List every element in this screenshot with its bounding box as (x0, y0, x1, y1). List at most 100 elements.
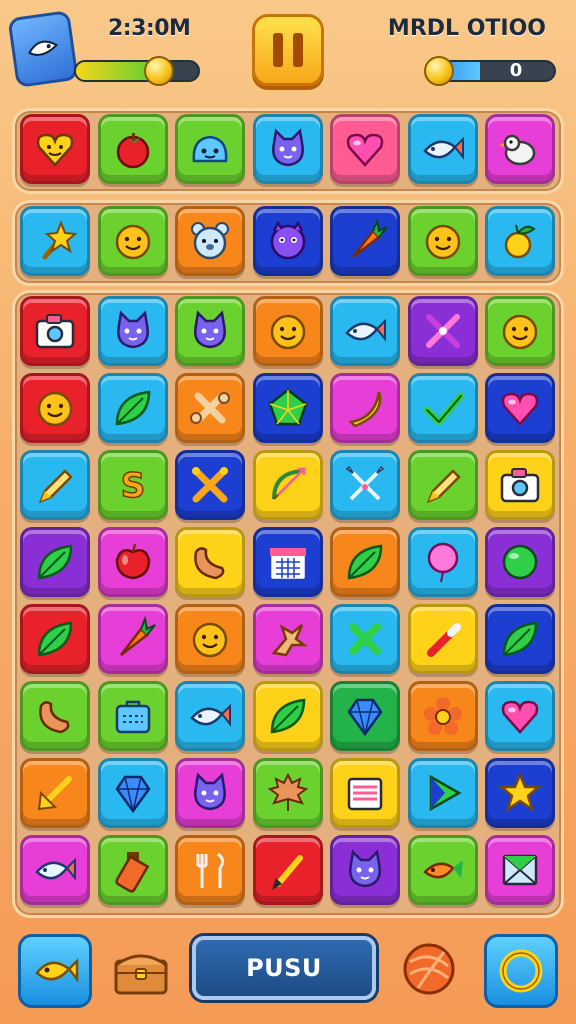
score-bar-knob[interactable] (424, 56, 454, 86)
tile-camera[interactable] (20, 296, 90, 366)
tile-smiley[interactable] (252, 296, 323, 366)
monster-face-icon (270, 220, 305, 260)
fish-glyph-icon (28, 40, 59, 56)
fruit-icon (504, 224, 536, 259)
tile-brush[interactable] (252, 835, 323, 905)
tile-tomato[interactable] (97, 114, 168, 184)
yarn-button[interactable] (398, 938, 460, 1000)
tile-envelope[interactable] (485, 835, 555, 905)
tile-fish[interactable] (175, 681, 245, 751)
tile-gem[interactable] (330, 681, 400, 751)
timer-bar-knob[interactable] (144, 56, 175, 86)
tile-sausage[interactable] (175, 527, 245, 597)
tile-banana[interactable] (330, 373, 400, 443)
tile-carrot-fish[interactable] (407, 835, 478, 905)
smiley-icon (192, 622, 228, 658)
tile-pentagon[interactable] (252, 373, 323, 443)
pause-bar-left (273, 33, 283, 67)
tile-marker[interactable] (407, 604, 478, 674)
cat-face-icon (116, 310, 149, 349)
ring-button[interactable] (484, 934, 558, 1008)
fish-icon (35, 857, 76, 881)
tile-monster-face[interactable] (252, 206, 323, 276)
cat-face-icon (349, 849, 381, 888)
tile-carrot[interactable] (330, 206, 400, 276)
tile-fish[interactable] (330, 296, 400, 366)
tile-cat-face[interactable] (252, 114, 323, 184)
tile-smiley[interactable] (97, 206, 168, 276)
tile-gem[interactable] (97, 758, 168, 828)
tile-box[interactable] (330, 758, 400, 828)
sausage-icon (39, 701, 70, 734)
flower-icon (423, 697, 462, 735)
tile-smiley[interactable] (175, 604, 245, 674)
tile-fruit[interactable] (485, 206, 555, 276)
tile-ginger[interactable] (252, 604, 323, 674)
tile-arrow[interactable] (20, 758, 90, 828)
tile-ball[interactable] (485, 527, 555, 597)
tile-leaf[interactable] (330, 527, 400, 597)
tile-heart[interactable] (485, 681, 555, 751)
tile-fork[interactable] (175, 835, 245, 905)
tile-cat-face[interactable] (175, 758, 245, 828)
bow-icon (271, 467, 307, 500)
tile-leaf[interactable] (20, 604, 90, 674)
yarn-icon (403, 943, 455, 995)
tile-pencil[interactable] (407, 450, 478, 520)
tile-fish[interactable] (20, 835, 90, 905)
tile-smiley[interactable] (485, 296, 555, 366)
tile-leaf[interactable] (97, 373, 168, 443)
tile-bear-face[interactable] (175, 206, 245, 276)
tile-bird[interactable] (485, 114, 555, 184)
tile-bag[interactable] (97, 681, 168, 751)
tile-fish[interactable] (407, 114, 478, 184)
tile-cat-face[interactable] (97, 296, 168, 366)
tile-crossed-tools[interactable] (175, 450, 245, 520)
tile-bow[interactable] (252, 450, 323, 520)
tile-star-wand[interactable] (20, 206, 90, 276)
tile-maple-leaf[interactable] (252, 758, 323, 828)
tile-camera[interactable] (485, 450, 555, 520)
tile-heart[interactable] (330, 114, 400, 184)
gem-icon (114, 775, 151, 814)
chest-icon (114, 954, 168, 995)
tile-leaf[interactable] (20, 527, 90, 597)
tile-leaf[interactable] (252, 681, 323, 751)
tile-sausage[interactable] (20, 681, 90, 751)
tile-play[interactable] (407, 758, 478, 828)
maple-leaf-icon (267, 772, 308, 811)
tile-flower[interactable] (407, 681, 478, 751)
tile-bone[interactable] (175, 373, 245, 443)
leaf-icon (37, 544, 73, 580)
tile-letter-s[interactable]: S (97, 450, 168, 520)
tomato-icon (116, 133, 149, 169)
tile-leaf[interactable] (485, 604, 555, 674)
tile-calendar[interactable] (252, 527, 323, 597)
play-icon (429, 774, 462, 812)
ring-icon (499, 949, 543, 993)
tile-pencil[interactable] (20, 450, 90, 520)
tile-heart-face[interactable] (20, 114, 90, 184)
tile-cat-face[interactable] (175, 296, 245, 366)
tile-check[interactable] (407, 373, 478, 443)
tile-carrot[interactable] (97, 604, 168, 674)
tile-cross[interactable] (330, 604, 400, 674)
tile-smiley[interactable] (407, 206, 478, 276)
fish-button[interactable] (18, 934, 92, 1008)
tile-smiley[interactable] (20, 373, 90, 443)
tile-crossed-swords[interactable] (330, 450, 400, 520)
tile-heart[interactable] (485, 373, 555, 443)
fish-card-icon[interactable] (7, 10, 79, 88)
chest-button[interactable] (108, 938, 174, 1004)
tile-apple[interactable] (97, 527, 168, 597)
tile-bottle[interactable] (97, 835, 168, 905)
tile-cross-tool[interactable] (407, 296, 478, 366)
tile-star[interactable] (485, 758, 555, 828)
tile-blob-face[interactable] (175, 114, 245, 184)
pause-button[interactable] (252, 14, 324, 86)
tile-cat-face[interactable] (330, 835, 400, 905)
balloon-icon (427, 542, 458, 583)
tile-balloon[interactable] (407, 527, 478, 597)
push-button[interactable]: PUSU (192, 936, 376, 1000)
carrot-fish-icon (422, 860, 463, 879)
